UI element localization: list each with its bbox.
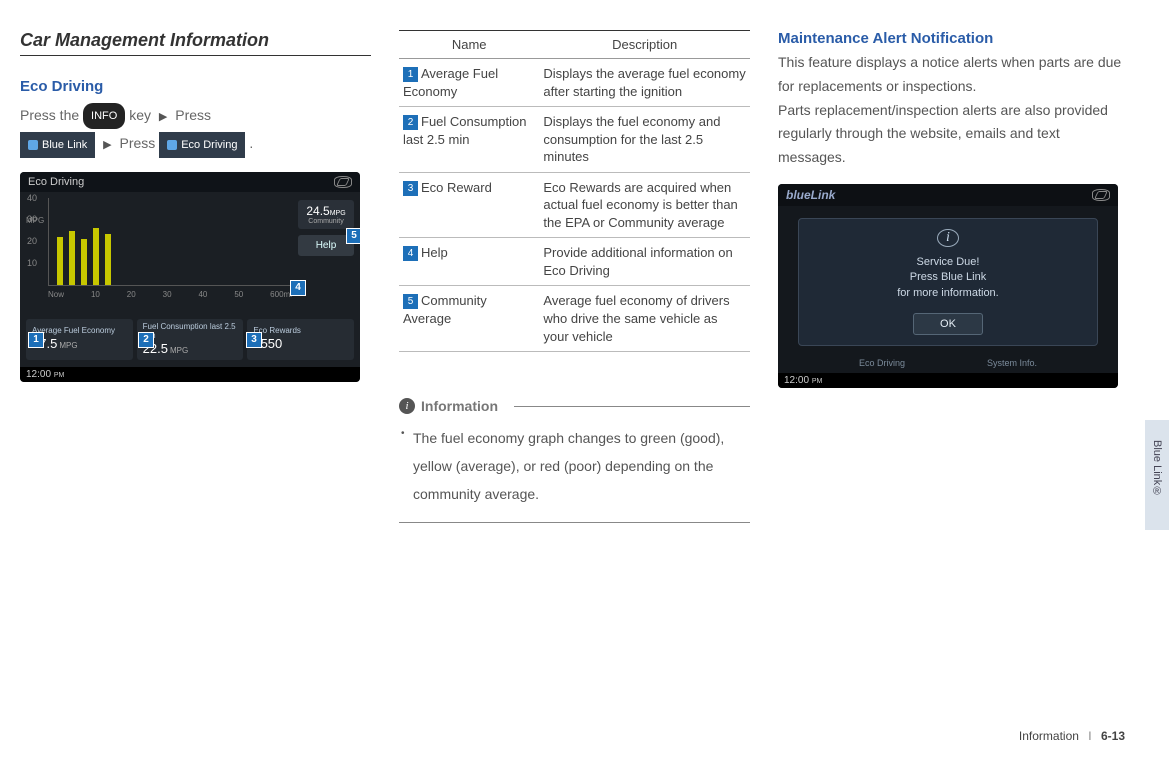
community-label: Community [300, 218, 352, 225]
dialog-info-icon: i [937, 229, 959, 247]
th-name: Name [399, 31, 539, 59]
information-block: i Information The fuel economy graph cha… [399, 398, 750, 523]
callout-4: 4 [290, 280, 306, 296]
row-name: Eco Reward [421, 180, 492, 195]
eco-driving-pill: Eco Driving [159, 132, 245, 158]
table-row: 4Help Provide additional information on … [399, 238, 750, 286]
ytick: 20 [27, 236, 37, 246]
community-avg-box: 24.5MPG Community [298, 200, 354, 229]
side-tab-label: Blue Link® [1151, 440, 1163, 497]
divider [514, 406, 750, 407]
bar [69, 231, 75, 285]
table-row: 1Average Fuel Economy Displays the avera… [399, 59, 750, 107]
hyundai-logo-icon [334, 176, 352, 188]
arrow-icon: ▶ [103, 134, 111, 156]
row-desc: Displays the fuel economy and consumptio… [539, 107, 750, 173]
callout-2: 2 [138, 332, 154, 348]
screen-title: Eco Driving [28, 176, 84, 188]
ytick: 10 [27, 258, 37, 268]
feature-table: Name Description 1Average Fuel Economy D… [399, 30, 750, 352]
arrow-icon: ▶ [159, 106, 167, 128]
text: Press [120, 135, 156, 151]
eco-driving-heading: Eco Driving [20, 78, 371, 95]
dialog-line: for more information. [897, 286, 998, 301]
row-desc: Eco Rewards are acquired when actual fue… [539, 172, 750, 238]
info-body: The fuel economy graph changes to green … [399, 424, 750, 523]
section-title: Car Management Information [20, 30, 371, 56]
blue-link-pill: Blue Link [20, 132, 95, 158]
row-desc: Displays the average fuel economy after … [539, 59, 750, 107]
text: key [129, 107, 151, 123]
stat-label: Average Fuel Economy [32, 327, 127, 336]
row-badge: 1 [403, 67, 418, 82]
hyundai-logo-icon [1092, 189, 1110, 201]
row-name: Help [421, 245, 448, 260]
row-desc: Provide additional information on Eco Dr… [539, 238, 750, 286]
page-footer: Information I 6-13 [1019, 729, 1125, 743]
community-mpg-value: 24.5 [306, 204, 329, 218]
nav-instructions: Press the INFO key ▶ Press Blue Link ▶ P… [20, 101, 371, 158]
bar [105, 234, 111, 284]
callout-3: 3 [246, 332, 262, 348]
table-row: 3Eco Reward Eco Rewards are acquired whe… [399, 172, 750, 238]
bar [57, 237, 63, 285]
tab-system-info[interactable]: System Info. [987, 358, 1037, 368]
eco-bar-chart: 40 30 20 10 [48, 198, 292, 286]
bluelink-logo: blueLink [786, 188, 835, 202]
row-badge: 5 [403, 294, 418, 309]
ytick: 40 [27, 193, 37, 203]
row-badge: 2 [403, 115, 418, 130]
text: . [249, 135, 253, 151]
footer-page: 6-13 [1101, 729, 1125, 743]
dialog-line: Service Due! [897, 255, 998, 270]
footer-label: Information [1019, 729, 1079, 743]
tab-eco-driving[interactable]: Eco Driving [859, 358, 905, 368]
info-title: Information [421, 398, 498, 414]
row-badge: 4 [403, 246, 418, 261]
eco-driving-screenshot: Eco Driving MPG 40 30 20 10 Now102030405… [20, 172, 360, 382]
ytick: 30 [27, 214, 37, 224]
callout-1: 1 [28, 332, 44, 348]
clock: 12:00 PM [20, 367, 360, 382]
table-row: 2Fuel Consumption last 2.5 min Displays … [399, 107, 750, 173]
text: Press the [20, 107, 79, 123]
ok-button[interactable]: OK [913, 313, 983, 335]
row-desc: Average fuel economy of drivers who driv… [539, 286, 750, 352]
info-key-pill: INFO [83, 103, 125, 129]
stat-label: Fuel Consumption last 2.5 min [143, 323, 238, 341]
stat-eco-rewards[interactable]: Eco Rewards 3550 [247, 319, 354, 360]
table-row: 5Community Average Average fuel economy … [399, 286, 750, 352]
th-desc: Description [539, 31, 750, 59]
text: Press [175, 107, 211, 123]
callout-5: 5 [346, 228, 360, 244]
clock: 12:00 PM [778, 373, 1118, 388]
maint-para-1: This feature displays a notice alerts wh… [778, 51, 1129, 99]
maintenance-heading: Maintenance Alert Notification [778, 30, 1129, 47]
row-badge: 3 [403, 181, 418, 196]
footer-sep: I [1088, 729, 1091, 743]
maintenance-screenshot: blueLink i Service Due! Press Blue Link … [778, 184, 1118, 388]
bar [93, 228, 99, 285]
maint-para-2: Parts replacement/inspection alerts are … [778, 99, 1129, 170]
service-due-dialog: i Service Due! Press Blue Link for more … [798, 218, 1098, 346]
row-name: Fuel Consumption last 2.5 min [403, 114, 527, 147]
stat-label: Eco Rewards [253, 327, 348, 336]
chart-xlabels: Now1020304050600ml [48, 290, 292, 299]
info-icon: i [399, 398, 415, 414]
bar [81, 239, 87, 284]
dialog-line: Press Blue Link [897, 270, 998, 285]
